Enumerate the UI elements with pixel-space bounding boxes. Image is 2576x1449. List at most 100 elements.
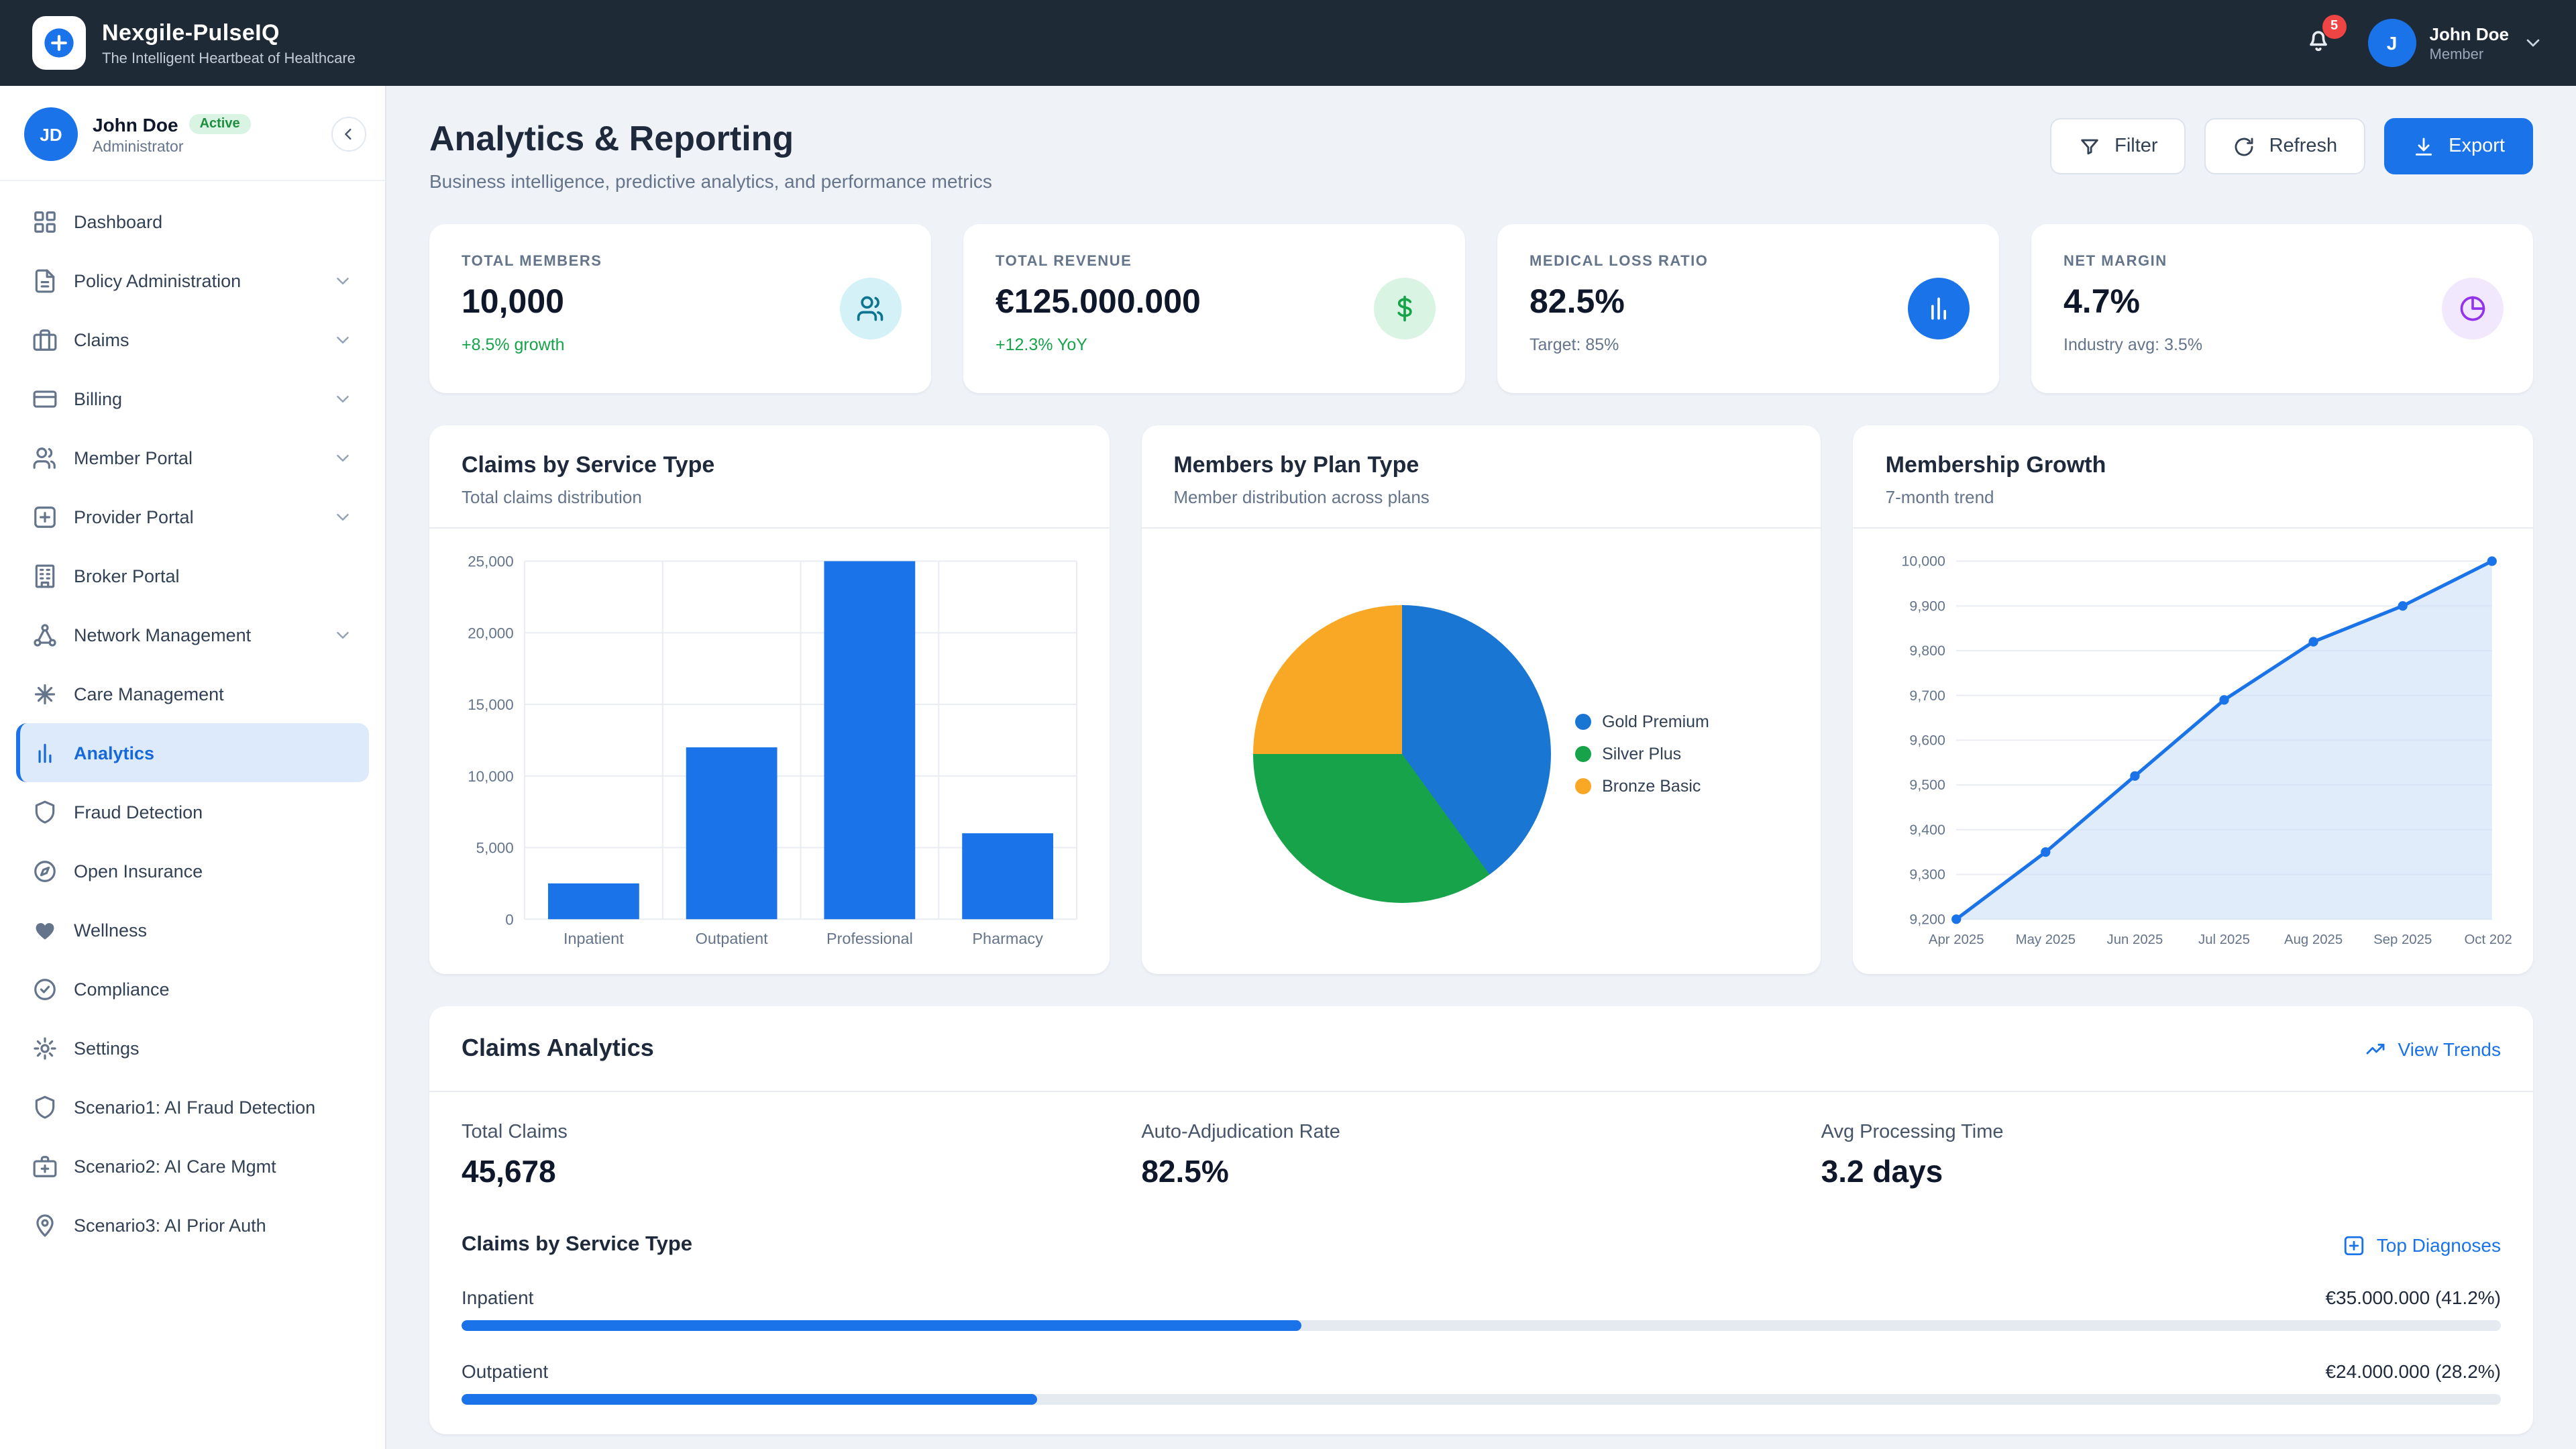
sidebar-item-scenario1-ai-fraud-detection[interactable]: Scenario1: AI Fraud Detection	[16, 1077, 369, 1136]
chart-card-claims-by-service-type: Claims by Service TypeTotal claims distr…	[429, 425, 1109, 974]
svg-text:Inpatient: Inpatient	[564, 930, 624, 947]
legend-item-bronze-basic: Bronze Basic	[1575, 777, 1709, 796]
svg-text:Professional: Professional	[826, 930, 913, 947]
sidebar-item-scenario3-ai-prior-auth[interactable]: Scenario3: AI Prior Auth	[16, 1195, 369, 1254]
claims-stat-avg-processing-time: Avg Processing Time3.2 days	[1821, 1122, 2501, 1190]
svg-text:May 2025: May 2025	[2016, 932, 2076, 947]
users-icon	[840, 278, 902, 339]
sidebar-item-broker-portal[interactable]: Broker Portal	[16, 546, 369, 605]
bar-chart-icon	[32, 740, 58, 765]
bar-chart-svg: 05,00010,00015,00020,00025,000InpatientO…	[451, 542, 1087, 966]
sidebar-item-claims[interactable]: Claims	[16, 310, 369, 369]
kpi-card-total-members: TOTAL MEMBERS10,000+8.5% growth	[429, 224, 931, 393]
sidebar-item-policy-administration[interactable]: Policy Administration	[16, 251, 369, 310]
credit-card-icon	[32, 386, 58, 411]
topbar-right: 5 J John Doe Member	[2304, 19, 2544, 67]
legend-dot	[1575, 714, 1591, 730]
claims-analytics-title: Claims Analytics	[462, 1034, 654, 1063]
sidebar-item-provider-portal[interactable]: Provider Portal	[16, 487, 369, 546]
file-text-icon	[32, 268, 58, 293]
sidebar-profile: JD John Doe Active Administrator	[0, 86, 385, 181]
chevron-left-icon	[339, 125, 358, 144]
kpi-card-medical-loss-ratio: MEDICAL LOSS RATIO82.5%Target: 85%	[1497, 224, 1999, 393]
compass-icon	[32, 858, 58, 883]
kpi-card-net-margin: NET MARGIN4.7%Industry avg: 3.5%	[2031, 224, 2533, 393]
progress-track	[462, 1320, 2501, 1331]
refresh-button[interactable]: Refresh	[2205, 118, 2366, 174]
sidebar-item-settings[interactable]: Settings	[16, 1018, 369, 1077]
claims-stats: Total Claims45,678Auto-Adjudication Rate…	[462, 1122, 2501, 1190]
svg-text:9,900: 9,900	[1910, 598, 1946, 614]
sidebar-item-member-portal[interactable]: Member Portal	[16, 428, 369, 487]
sidebar-item-label: Settings	[74, 1038, 140, 1058]
sidebar-item-analytics[interactable]: Analytics	[16, 723, 369, 782]
notifications-button[interactable]: 5	[2304, 25, 2333, 61]
app-root: Nexgile-PulseIQ The Intelligent Heartbea…	[0, 0, 2576, 1449]
sidebar-item-label: Billing	[74, 388, 122, 409]
sidebar-item-care-management[interactable]: Care Management	[16, 664, 369, 723]
dollar-icon	[1374, 278, 1436, 339]
care-icon	[32, 681, 58, 706]
claims-section-row: Claims by Service Type Top Diagnoses	[462, 1233, 2501, 1257]
legend-label: Bronze Basic	[1602, 777, 1701, 796]
sidebar-item-open-insurance[interactable]: Open Insurance	[16, 841, 369, 900]
progress-row-inpatient: Inpatient€35.000.000 (41.2%)	[462, 1287, 2501, 1331]
sidebar-item-dashboard[interactable]: Dashboard	[16, 192, 369, 251]
sidebar-item-network-management[interactable]: Network Management	[16, 605, 369, 664]
progress-row-outpatient: Outpatient€24.000.000 (28.2%)	[462, 1360, 2501, 1405]
kpi-label: MEDICAL LOSS RATIO	[1529, 254, 1967, 270]
filter-icon	[2078, 135, 2101, 158]
sidebar-item-label: Dashboard	[74, 211, 162, 231]
sidebar-item-label: Compliance	[74, 979, 170, 999]
view-trends-link[interactable]: View Trends	[2364, 1037, 2501, 1060]
user-avatar: J	[2368, 19, 2416, 67]
chart-subtitle: Member distribution across plans	[1173, 487, 1788, 507]
progress-fill	[462, 1320, 1301, 1331]
kpi-subtext: Industry avg: 3.5%	[2063, 335, 2501, 354]
svg-text:Pharmacy: Pharmacy	[972, 930, 1043, 947]
svg-text:9,800: 9,800	[1910, 643, 1946, 659]
export-button-label: Export	[2449, 136, 2505, 157]
user-menu[interactable]: J John Doe Member	[2368, 19, 2544, 67]
plus-square-icon	[2343, 1234, 2366, 1256]
claims-progress-list: Inpatient€35.000.000 (41.2%) Outpatient€2…	[462, 1287, 2501, 1405]
legend-item-gold-premium: Gold Premium	[1575, 712, 1709, 731]
notification-badge: 5	[2322, 14, 2347, 38]
chart-header: Members by Plan TypeMember distribution …	[1141, 425, 1821, 529]
progress-track	[462, 1394, 2501, 1405]
top-diagnoses-button[interactable]: Top Diagnoses	[2343, 1234, 2501, 1256]
chart-body: 9,2009,3009,4009,5009,6009,7009,8009,900…	[1854, 529, 2533, 974]
page-header: Analytics & Reporting Business intellige…	[429, 118, 2533, 192]
svg-text:Apr 2025: Apr 2025	[1929, 932, 1985, 947]
user-meta: John Doe Member	[2430, 23, 2509, 62]
chevron-down-icon	[333, 447, 353, 468]
sidebar-item-compliance[interactable]: Compliance	[16, 959, 369, 1018]
export-button[interactable]: Export	[2384, 118, 2533, 174]
progress-value: €35.000.000 (41.2%)	[2325, 1287, 2501, 1308]
topbar: Nexgile-PulseIQ The Intelligent Heartbea…	[0, 0, 2576, 86]
sidebar: JD John Doe Active Administrator Dashboa…	[0, 86, 386, 1449]
refresh-button-label: Refresh	[2269, 136, 2338, 157]
profile-name: John Doe	[93, 113, 178, 135]
download-icon	[2412, 135, 2435, 158]
claims-analytics-header: Claims Analytics View Trends	[429, 1006, 2533, 1092]
profile-info: John Doe Active Administrator	[93, 113, 251, 155]
kpi-label: TOTAL REVENUE	[996, 254, 1433, 270]
chevron-down-icon	[333, 270, 353, 290]
sidebar-item-wellness[interactable]: Wellness	[16, 900, 369, 959]
kpi-card-total-revenue: TOTAL REVENUE€125.000.000+12.3% YoY	[963, 224, 1465, 393]
sidebar-item-fraud-detection[interactable]: Fraud Detection	[16, 782, 369, 841]
sidebar-item-billing[interactable]: Billing	[16, 369, 369, 428]
svg-text:15,000: 15,000	[468, 696, 513, 713]
kpi-value: 4.7%	[2063, 283, 2501, 322]
view-trends-label: View Trends	[2398, 1038, 2501, 1059]
claims-analytics-body: Total Claims45,678Auto-Adjudication Rate…	[429, 1092, 2533, 1434]
chevron-down-icon	[333, 625, 353, 645]
sidebar-collapse-button[interactable]	[331, 117, 366, 152]
users-icon	[32, 445, 58, 470]
filter-button[interactable]: Filter	[2050, 118, 2186, 174]
grid-icon	[32, 209, 58, 234]
chart-title: Claims by Service Type	[462, 452, 1077, 479]
legend-label: Gold Premium	[1602, 712, 1709, 731]
sidebar-item-scenario2-ai-care-mgmt[interactable]: Scenario2: AI Care Mgmt	[16, 1136, 369, 1195]
